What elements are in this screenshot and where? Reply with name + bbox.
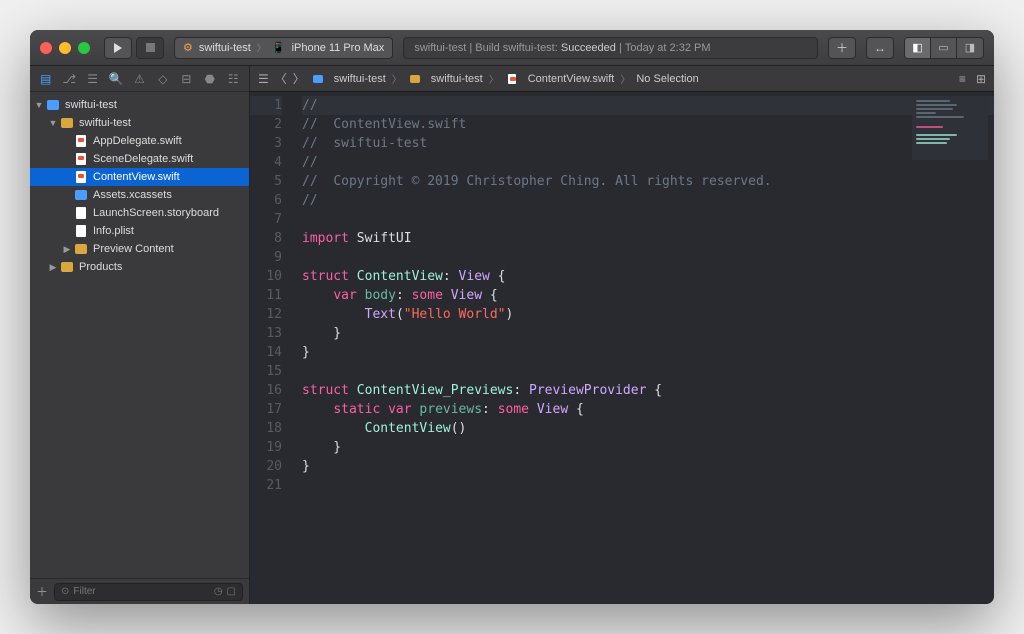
swift-file-icon bbox=[505, 72, 519, 86]
breakpoint-navigator-tab[interactable]: ⬣ bbox=[201, 70, 219, 88]
source-control-tab[interactable]: ⎇ bbox=[60, 70, 78, 88]
tree-file[interactable]: Assets.xcassets bbox=[30, 186, 249, 204]
toggle-debug-button[interactable]: ▭ bbox=[931, 38, 957, 58]
jump-bar: ☰ 〈 〉 swiftui-test 〉 swiftui-test 〉 Cont… bbox=[250, 66, 994, 92]
tree-file[interactable]: LaunchScreen.storyboard bbox=[30, 204, 249, 222]
folder-icon bbox=[408, 72, 422, 86]
plist-file-icon bbox=[74, 224, 88, 238]
navigator-tabs: ▤ ⎇ ☰ 🔍 ⚠ ◇ ⊟ ⬣ ☷ bbox=[30, 66, 249, 92]
tree-file-selected[interactable]: ContentView.swift bbox=[30, 168, 249, 186]
disclosure-triangle-icon[interactable]: ▼ bbox=[48, 118, 58, 128]
project-icon bbox=[46, 98, 60, 112]
titlebar: ⚙ swiftui-test 〉 📱 iPhone 11 Pro Max swi… bbox=[30, 30, 994, 66]
minimize-icon[interactable] bbox=[59, 42, 71, 54]
navigator-sidebar: ▤ ⎇ ☰ 🔍 ⚠ ◇ ⊟ ⬣ ☷ ▼swiftui-test ▼swiftui… bbox=[30, 66, 250, 604]
disclosure-triangle-icon[interactable]: ▶ bbox=[62, 244, 72, 255]
debug-navigator-tab[interactable]: ⊟ bbox=[177, 70, 195, 88]
editor-area: ☰ 〈 〉 swiftui-test 〉 swiftui-test 〉 Cont… bbox=[250, 66, 994, 604]
project-icon bbox=[311, 72, 325, 86]
swift-file-icon bbox=[74, 170, 88, 184]
tree-group[interactable]: ▶Products bbox=[30, 258, 249, 276]
project-tree: ▼swiftui-test ▼swiftui-test AppDelegate.… bbox=[30, 92, 249, 578]
scm-filter-icon[interactable]: ▢ bbox=[227, 586, 236, 597]
tree-file[interactable]: SceneDelegate.swift bbox=[30, 150, 249, 168]
scheme-device-label: iPhone 11 Pro Max bbox=[292, 42, 385, 54]
xcode-window: ⚙ swiftui-test 〉 📱 iPhone 11 Pro Max swi… bbox=[30, 30, 994, 604]
folder-icon bbox=[60, 116, 74, 130]
chevron-right-icon: 〉 bbox=[620, 71, 630, 86]
tree-root[interactable]: ▼swiftui-test bbox=[30, 96, 249, 114]
tree-group[interactable]: ▼swiftui-test bbox=[30, 114, 249, 132]
close-icon[interactable] bbox=[40, 42, 52, 54]
zoom-icon[interactable] bbox=[78, 42, 90, 54]
disclosure-triangle-icon[interactable]: ▼ bbox=[34, 100, 44, 110]
code-review-button[interactable]: ↔ bbox=[866, 37, 894, 59]
project-navigator-tab[interactable]: ▤ bbox=[37, 70, 55, 88]
issue-navigator-tab[interactable]: ⚠ bbox=[130, 70, 148, 88]
forward-button[interactable]: 〉 bbox=[293, 70, 305, 87]
chevron-right-icon: 〉 bbox=[257, 41, 266, 54]
run-button[interactable] bbox=[104, 37, 132, 59]
jump-segment[interactable]: ContentView.swift bbox=[505, 72, 615, 86]
filter-input[interactable]: ⊙ Filter ◷▢ bbox=[54, 583, 243, 601]
test-navigator-tab[interactable]: ◇ bbox=[154, 70, 172, 88]
toggle-navigator-button[interactable]: ◧ bbox=[905, 38, 931, 58]
swift-file-icon bbox=[74, 134, 88, 148]
filter-icon: ⊙ bbox=[61, 586, 69, 597]
related-items-button[interactable]: ☰ bbox=[258, 72, 269, 86]
stop-button[interactable] bbox=[136, 37, 164, 59]
scheme-target-label: swiftui-test bbox=[199, 42, 251, 54]
folder-icon bbox=[74, 242, 88, 256]
storyboard-file-icon bbox=[74, 206, 88, 220]
tree-group[interactable]: ▶Preview Content bbox=[30, 240, 249, 258]
navigator-footer: ＋ ⊙ Filter ◷▢ bbox=[30, 578, 249, 604]
tree-file[interactable]: Info.plist bbox=[30, 222, 249, 240]
add-editor-button[interactable]: ⊞ bbox=[976, 72, 986, 86]
disclosure-triangle-icon[interactable]: ▶ bbox=[48, 262, 58, 273]
back-button[interactable]: 〈 bbox=[275, 70, 287, 87]
toggle-inspector-button[interactable]: ◨ bbox=[957, 38, 983, 58]
traffic-lights bbox=[40, 42, 90, 54]
add-button[interactable]: ＋ bbox=[36, 583, 48, 600]
toolbar-right: ＋ ↔ ◧ ▭ ◨ bbox=[828, 37, 984, 59]
chevron-right-icon: 〉 bbox=[392, 71, 402, 86]
jump-segment[interactable]: swiftui-test bbox=[311, 72, 386, 86]
jump-segment[interactable]: No Selection bbox=[636, 73, 698, 85]
find-navigator-tab[interactable]: 🔍 bbox=[107, 70, 125, 88]
line-gutter: 123456789101112131415161718192021 bbox=[250, 92, 292, 604]
activity-status[interactable]: swiftui-test | Build swiftui-test: Succe… bbox=[403, 37, 818, 59]
tree-file[interactable]: AppDelegate.swift bbox=[30, 132, 249, 150]
chevron-right-icon: 〉 bbox=[489, 71, 499, 86]
folder-icon bbox=[60, 260, 74, 274]
plus-button[interactable]: ＋ bbox=[828, 37, 856, 59]
editor-options-button[interactable]: ≡ bbox=[959, 72, 966, 86]
scheme-selector[interactable]: ⚙ swiftui-test 〉 📱 iPhone 11 Pro Max bbox=[174, 37, 393, 59]
symbol-navigator-tab[interactable]: ☰ bbox=[84, 70, 102, 88]
report-navigator-tab[interactable]: ☷ bbox=[224, 70, 242, 88]
code-editor[interactable]: 123456789101112131415161718192021 // // … bbox=[250, 92, 994, 604]
minimap[interactable] bbox=[912, 96, 988, 160]
clock-icon[interactable]: ◷ bbox=[214, 586, 223, 597]
code-lines[interactable]: // // ContentView.swift // swiftui-test … bbox=[292, 92, 994, 604]
jump-segment[interactable]: swiftui-test bbox=[408, 72, 483, 86]
swift-file-icon bbox=[74, 152, 88, 166]
folder-icon bbox=[74, 188, 88, 202]
